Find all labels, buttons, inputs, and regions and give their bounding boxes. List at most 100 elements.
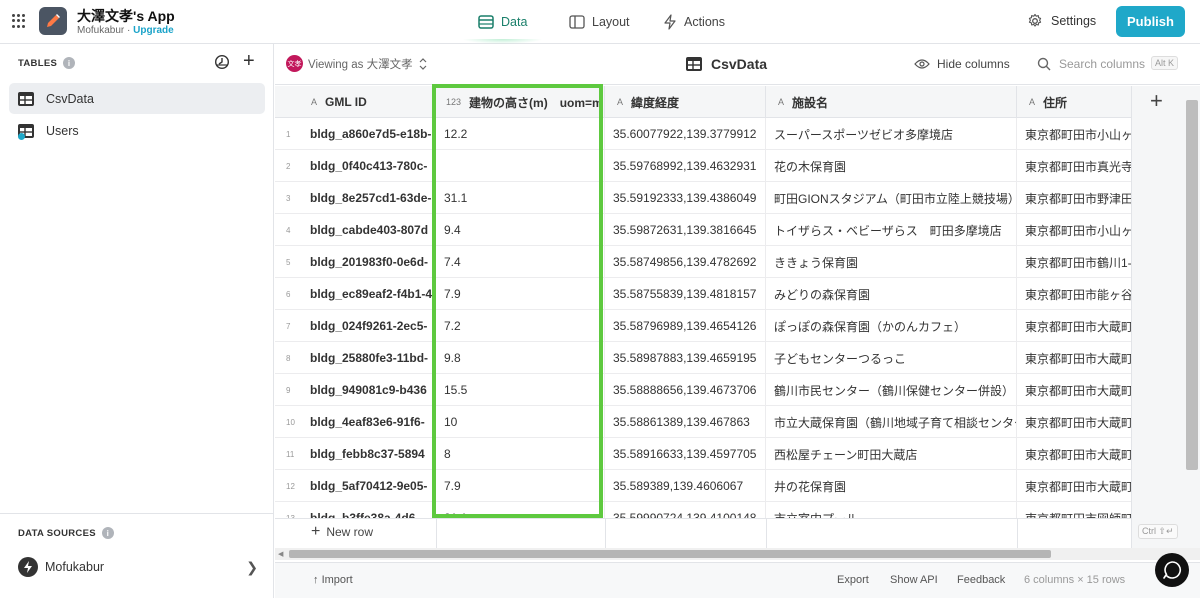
cell-address[interactable]: 東京都町田市真光寺3 — [1017, 150, 1131, 182]
cell-gml-id[interactable]: bldg_0f40c413-780c- — [310, 150, 436, 182]
horizontal-scrollbar[interactable]: ◀ — [275, 548, 1200, 560]
plus-icon[interactable]: + — [1150, 90, 1163, 112]
cell-address[interactable]: 東京都町田市大蔵町1 — [1017, 342, 1131, 374]
cell-address[interactable]: 東京都町田市大蔵町1 — [1017, 406, 1131, 438]
cell-gml-id[interactable]: bldg_25880fe3-11bd- — [310, 342, 436, 374]
cell-latlng[interactable]: 35.58916633,139.4597705 — [605, 438, 766, 470]
cell-latlng[interactable]: 35.58861389,139.467863 — [605, 406, 766, 438]
cell-latlng[interactable]: 35.59872631,139.3816645 — [605, 214, 766, 246]
cell-gml-id[interactable]: bldg_a860e7d5-e18b- — [310, 118, 436, 150]
table-row[interactable]: 10 bldg_4eaf83e6-91f6- 10 35.58861389,139.4… — [275, 406, 1131, 438]
table-row[interactable]: 5 bldg_201983f0-0e6d- 7.4 35.58749856,139.4… — [275, 246, 1131, 278]
table-row[interactable]: 3 bldg_8e257cd1-63de- 31.1 35.59192333,139.… — [275, 182, 1131, 214]
cell-latlng[interactable]: 35.58987883,139.4659195 — [605, 342, 766, 374]
cell-latlng[interactable]: 35.58888656,139.4673706 — [605, 374, 766, 406]
table-row[interactable]: 7 bldg_024f9261-2ec5- 7.2 35.58796989,139.4… — [275, 310, 1131, 342]
info-icon[interactable]: i — [101, 527, 114, 539]
history-icon[interactable] — [214, 54, 230, 70]
cell-facility[interactable]: トイザらス・ベビーザらス 町田多摩境店 — [766, 214, 1017, 246]
cell-address[interactable]: 東京都町田市小山ヶ丘 — [1017, 118, 1131, 150]
cell-latlng[interactable]: 35.59768992,139.4632931 — [605, 150, 766, 182]
cell-gml-id[interactable]: bldg_ec89eaf2-f4b1-4 — [310, 278, 436, 310]
cell-facility[interactable]: みどりの森保育園 — [766, 278, 1017, 310]
cell-gml-id[interactable]: bldg_8e257cd1-63de- — [310, 182, 436, 214]
app-grid-icon[interactable] — [12, 14, 26, 28]
cell-height[interactable] — [436, 150, 605, 182]
cell-latlng[interactable]: 35.589389,139.4606067 — [605, 470, 766, 502]
tab-actions[interactable]: Actions — [663, 13, 725, 31]
cell-height[interactable]: 10 — [436, 406, 605, 438]
cell-latlng[interactable]: 35.59192333,139.4386049 — [605, 182, 766, 214]
column-header-facility[interactable]: A 施設名 — [766, 86, 1017, 118]
cell-address[interactable]: 東京都町田市小山ヶ丘 — [1017, 214, 1131, 246]
cell-latlng[interactable]: 35.60077922,139.3779912 — [605, 118, 766, 150]
data-source-item[interactable]: Mofukabur ❯ — [18, 557, 258, 577]
column-header-height[interactable]: 123 建物の高さ(m) uom=m — [436, 86, 605, 118]
cell-facility[interactable]: 鶴川市民センター（鶴川保健センター併設） — [766, 374, 1017, 406]
cell-facility[interactable]: 西松屋チェーン町田大蔵店 — [766, 438, 1017, 470]
scrollbar-thumb[interactable] — [289, 550, 1051, 558]
cell-facility[interactable]: 花の木保育園 — [766, 150, 1017, 182]
table-row[interactable]: 2 bldg_0f40c413-780c- 35.59768992,139.4632… — [275, 150, 1131, 182]
show-api-button[interactable]: Show API — [890, 574, 938, 586]
viewing-as-selector[interactable]: 文孝 Viewing as 大澤文孝 — [286, 55, 428, 72]
cell-gml-id[interactable]: bldg_5af70412-9e05- — [310, 470, 436, 502]
cell-facility[interactable]: ききょう保育園 — [766, 246, 1017, 278]
hide-columns-button[interactable]: Hide columns — [914, 57, 1010, 71]
settings-button[interactable]: Settings — [1027, 13, 1096, 29]
column-header-address[interactable]: A 住所 — [1017, 86, 1131, 118]
cell-latlng[interactable]: 35.58796989,139.4654126 — [605, 310, 766, 342]
sidebar-item-users[interactable]: Users — [9, 115, 265, 146]
scroll-left-icon[interactable]: ◀ — [278, 550, 283, 558]
chevron-right-icon[interactable]: ❯ — [246, 559, 258, 576]
publish-button[interactable]: Publish — [1116, 6, 1185, 37]
cell-gml-id[interactable]: bldg_febb8c37-5894 — [310, 438, 436, 470]
table-row[interactable]: 6 bldg_ec89eaf2-f4b1-4 7.9 35.58755839,139.… — [275, 278, 1131, 310]
cell-gml-id[interactable]: bldg_4eaf83e6-91f6- — [310, 406, 436, 438]
cell-facility[interactable]: 井の花保育園 — [766, 470, 1017, 502]
chat-button[interactable] — [1155, 553, 1189, 587]
vertical-scrollbar[interactable] — [1186, 100, 1198, 470]
cell-height[interactable]: 7.9 — [436, 470, 605, 502]
cell-latlng[interactable]: 35.58749856,139.4782692 — [605, 246, 766, 278]
tab-layout[interactable]: Layout — [569, 13, 630, 31]
cell-height[interactable]: 12.2 — [436, 118, 605, 150]
cell-facility[interactable]: 市立大蔵保育園（鶴川地域子育て相談センター） — [766, 406, 1017, 438]
cell-height[interactable]: 8 — [436, 438, 605, 470]
cell-address[interactable]: 東京都町田市大蔵町5 — [1017, 470, 1131, 502]
cell-height[interactable]: 9.8 — [436, 342, 605, 374]
sidebar-item-csvdata[interactable]: CsvData — [9, 83, 265, 114]
search-columns-input[interactable]: Search columns — [1037, 57, 1145, 71]
cell-height[interactable]: 31.1 — [436, 182, 605, 214]
cell-address[interactable]: 東京都町田市大蔵町1 — [1017, 374, 1131, 406]
table-row[interactable]: 4 bldg_cabde403-807d 9.4 35.59872631,139.38… — [275, 214, 1131, 246]
column-header-latlng[interactable]: A 緯度経度 — [605, 86, 766, 118]
cell-gml-id[interactable]: bldg_949081c9-b436 — [310, 374, 436, 406]
column-header-gml-id[interactable]: A GML ID — [275, 86, 436, 118]
table-row[interactable]: 9 bldg_949081c9-b436 15.5 35.58888656,139.4… — [275, 374, 1131, 406]
table-row[interactable]: 1 bldg_a860e7d5-e18b- 12.2 35.60077922,139.… — [275, 118, 1131, 150]
table-row[interactable]: 8 bldg_25880fe3-11bd- 9.8 35.58987883,139.4… — [275, 342, 1131, 374]
new-row-button[interactable]: + New row — [311, 524, 373, 540]
import-button[interactable]: ↑ Import — [313, 574, 353, 586]
cell-gml-id[interactable]: bldg_201983f0-0e6d- — [310, 246, 436, 278]
cell-latlng[interactable]: 35.58755839,139.4818157 — [605, 278, 766, 310]
export-button[interactable]: Export — [837, 574, 869, 586]
cell-address[interactable]: 東京都町田市大蔵町4 — [1017, 310, 1131, 342]
cell-height[interactable]: 7.9 — [436, 278, 605, 310]
cell-gml-id[interactable]: bldg_024f9261-2ec5- — [310, 310, 436, 342]
upgrade-link[interactable]: Upgrade — [133, 25, 174, 36]
cell-height[interactable]: 15.5 — [436, 374, 605, 406]
cell-gml-id[interactable]: bldg_cabde403-807d — [310, 214, 436, 246]
add-table-icon[interactable]: + — [243, 51, 255, 71]
feedback-button[interactable]: Feedback — [957, 574, 1005, 586]
cell-height[interactable]: 7.2 — [436, 310, 605, 342]
cell-facility[interactable]: 子どもセンターつるっこ — [766, 342, 1017, 374]
cell-height[interactable]: 9.4 — [436, 214, 605, 246]
cell-address[interactable]: 東京都町田市鶴川1-1 — [1017, 246, 1131, 278]
cell-facility[interactable]: 町田GIONスタジアム（町田市立陸上競技場） — [766, 182, 1017, 214]
tab-data[interactable]: Data — [461, 13, 544, 44]
cell-address[interactable]: 東京都町田市大蔵町55 — [1017, 438, 1131, 470]
cell-facility[interactable]: スーパースポーツゼビオ多摩境店 — [766, 118, 1017, 150]
table-row[interactable]: 11 bldg_febb8c37-5894 8 35.58916633,139.459… — [275, 438, 1131, 470]
